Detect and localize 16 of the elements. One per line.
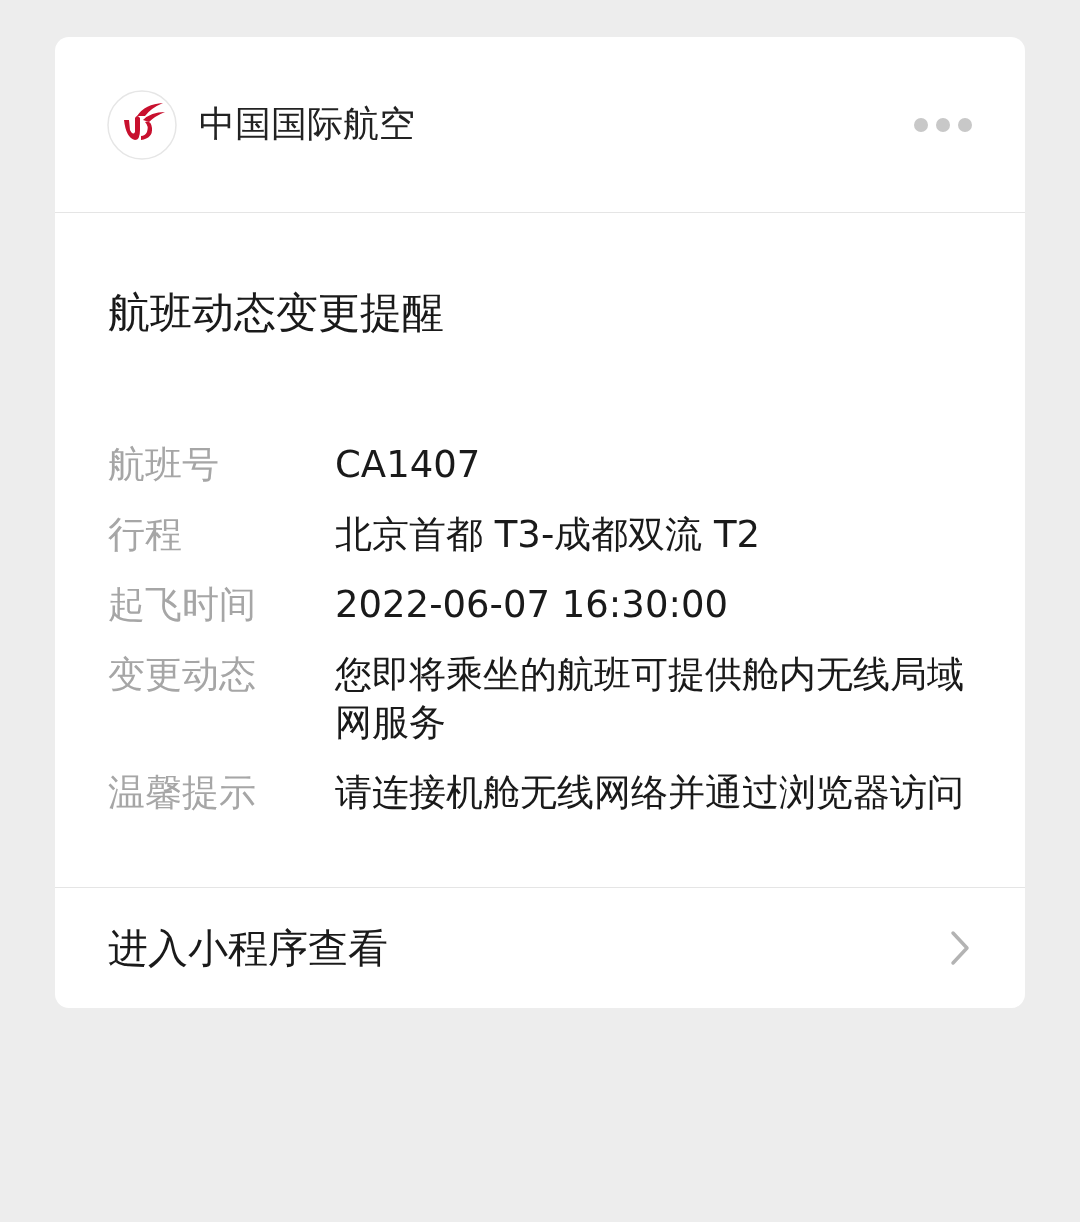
field-value: 2022-06-07 16:30:00 bbox=[335, 582, 729, 628]
field-value: CA1407 bbox=[335, 442, 482, 488]
field-label: 起飞时间 bbox=[108, 582, 257, 628]
field-label: 航班号 bbox=[108, 442, 220, 488]
phoenix-logo-icon bbox=[107, 89, 177, 160]
chevron-right-icon bbox=[950, 930, 970, 966]
account-name: 中国国际航空 bbox=[199, 102, 416, 146]
field-label: 温馨提示 bbox=[108, 770, 257, 816]
field-value: 请连接机舱无线网络并通过浏览器访问 bbox=[335, 770, 965, 816]
field-value: 您即将乘坐的航班可提供舱内无线局域网服务 bbox=[335, 652, 965, 746]
field-value: 北京首都 T3-成都双流 T2 bbox=[335, 512, 762, 558]
message-title: 航班动态变更提醒 bbox=[108, 287, 445, 339]
more-icon[interactable] bbox=[913, 116, 973, 133]
field-label: 变更动态 bbox=[108, 652, 257, 698]
mini-program-link[interactable]: 进入小程序查看 bbox=[55, 887, 1025, 1008]
field-label: 行程 bbox=[108, 512, 183, 558]
